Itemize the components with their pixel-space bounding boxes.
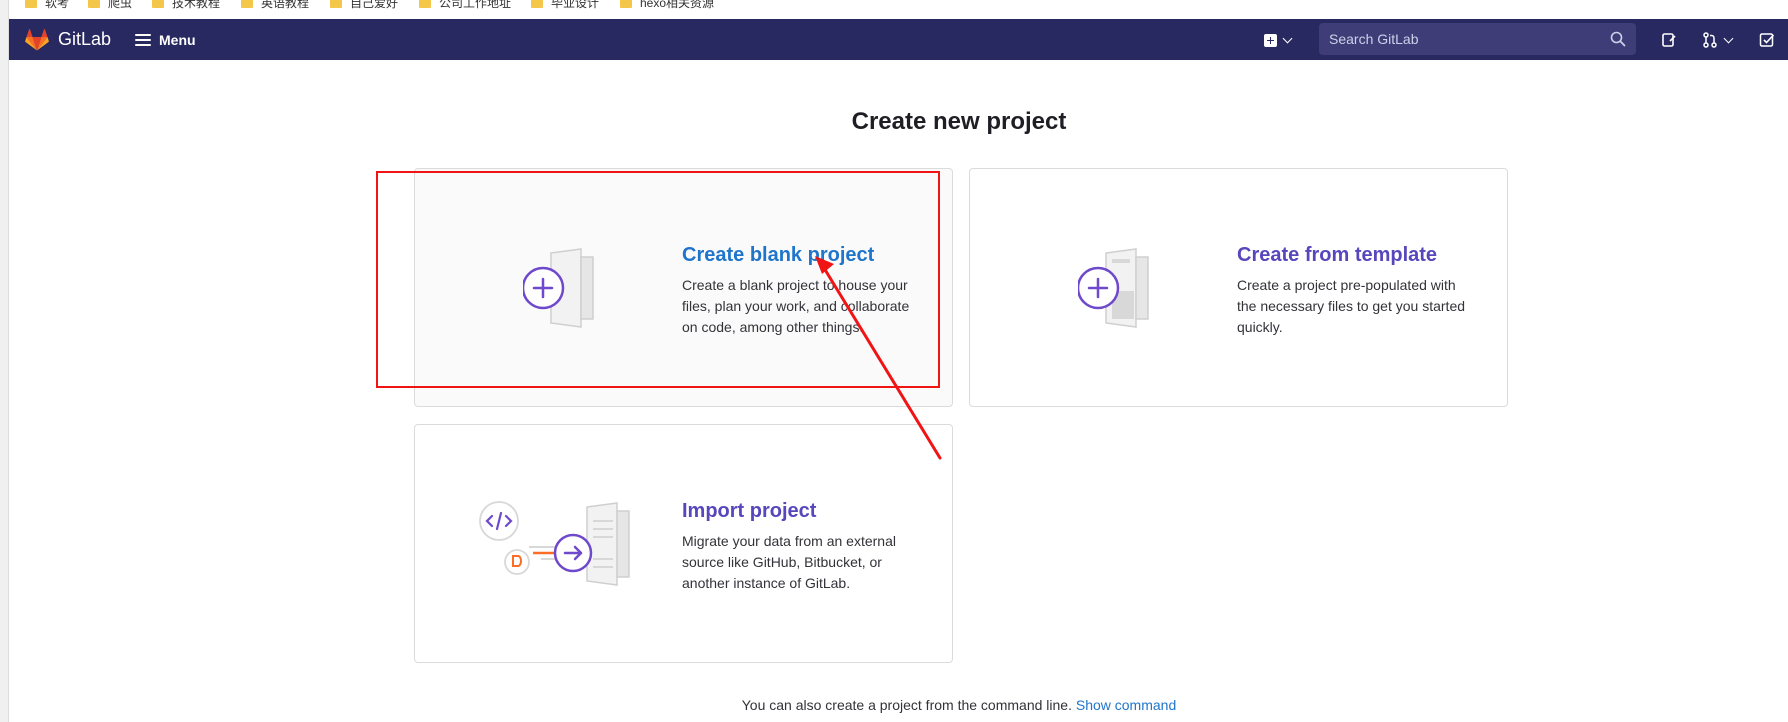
- command-line-hint: You can also create a project from the c…: [0, 697, 1788, 713]
- bookmark-item[interactable]: 技术教程: [152, 0, 220, 11]
- page: 软考 爬虫 技术教程 英语教程 自己爱好 公司工作地址 毕业设计 hexo相关资…: [0, 0, 1788, 722]
- bookmark-item[interactable]: 爬虫: [88, 0, 132, 11]
- folder-icon: [531, 0, 543, 8]
- folder-icon: [620, 0, 632, 8]
- bookmark-item[interactable]: 毕业设计: [531, 0, 599, 11]
- folder-icon: [241, 0, 253, 8]
- create-from-template-card[interactable]: Create from template Create a project pr…: [969, 168, 1508, 407]
- card-description: Migrate your data from an external sourc…: [682, 533, 896, 591]
- template-illustration-icon: [1078, 248, 1149, 328]
- hamburger-icon: [135, 34, 151, 46]
- issues-icon: [1662, 33, 1676, 47]
- menu-button[interactable]: Menu: [135, 26, 196, 54]
- new-item-dropdown[interactable]: [1264, 27, 1293, 53]
- brand-name[interactable]: GitLab: [58, 29, 111, 50]
- search-box[interactable]: [1319, 23, 1636, 55]
- bookmark-item[interactable]: 自己爱好: [330, 0, 398, 11]
- card-title[interactable]: Import project: [682, 500, 816, 523]
- import-project-illustration-icon: [479, 501, 630, 586]
- top-navbar: GitLab Menu: [9, 19, 1788, 60]
- chevron-down-icon: [1723, 33, 1734, 43]
- todos-button[interactable]: [1759, 29, 1775, 51]
- command-line-text: You can also create a project from the c…: [741, 697, 1072, 713]
- merge-requests-button[interactable]: [1702, 29, 1734, 51]
- folder-icon: [419, 0, 431, 8]
- bookmark-item[interactable]: 英语教程: [241, 0, 309, 11]
- card-title[interactable]: Create from template: [1237, 244, 1437, 267]
- bookmarks-bar: 软考 爬虫 技术教程 英语教程 自己爱好 公司工作地址 毕业设计 hexo相关资…: [9, 0, 1788, 19]
- blank-project-illustration-icon: [523, 248, 594, 328]
- folder-icon: [330, 0, 342, 8]
- import-project-card[interactable]: Import project Migrate your data from an…: [414, 424, 953, 663]
- chevron-down-icon: [1282, 33, 1293, 43]
- bookmark-item[interactable]: 公司工作地址: [419, 0, 511, 11]
- search-icon: [1610, 31, 1626, 47]
- show-command-link[interactable]: Show command: [1076, 697, 1176, 713]
- issues-button[interactable]: [1661, 29, 1677, 51]
- merge-request-icon: [1703, 32, 1717, 48]
- card-description: Create a blank project to house your fil…: [682, 277, 910, 335]
- folder-icon: [25, 0, 37, 8]
- plus-square-icon: [1264, 33, 1277, 47]
- card-description: Create a project pre-populated with the …: [1237, 277, 1466, 335]
- menu-label: Menu: [159, 32, 196, 48]
- card-title[interactable]: Create blank project: [682, 244, 874, 267]
- folder-icon: [152, 0, 164, 8]
- create-blank-project-card[interactable]: Create blank project Create a blank proj…: [414, 168, 953, 407]
- page-title: Create new project: [851, 108, 1067, 135]
- todo-check-icon: [1759, 33, 1775, 47]
- gitlab-logo-icon[interactable]: [25, 29, 49, 51]
- bookmark-item[interactable]: 软考: [25, 0, 69, 11]
- bookmark-item[interactable]: hexo相关资源: [620, 0, 714, 11]
- folder-icon: [88, 0, 100, 8]
- search-input[interactable]: [1329, 31, 1589, 47]
